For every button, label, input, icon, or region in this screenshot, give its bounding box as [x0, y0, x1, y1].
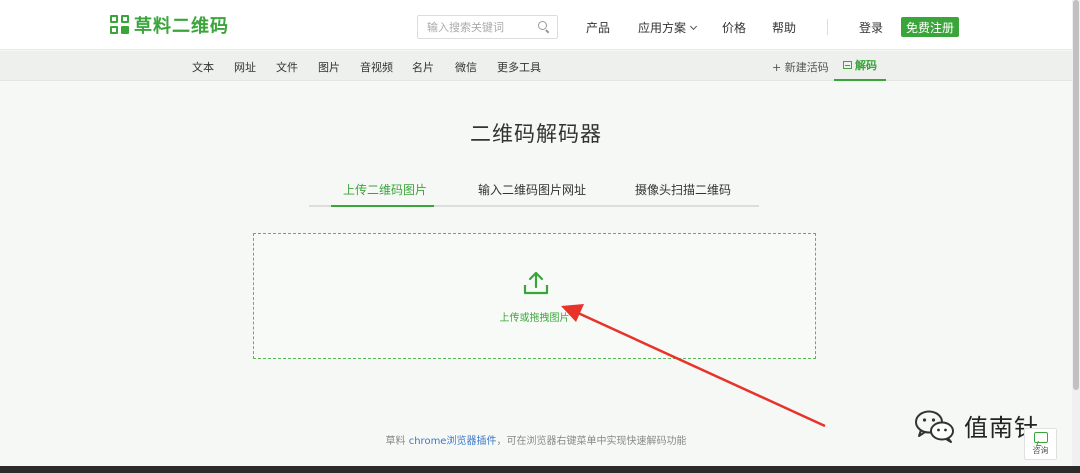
decode-tabs: 上传二维码图片 输入二维码图片网址 摄像头扫描二维码: [309, 180, 759, 207]
consult-label: 咨询: [1032, 446, 1049, 455]
top-header: 草料二维码 产品 应用方案 价格 帮助 登录 免费注册: [0, 0, 1072, 50]
decode-label: 解码: [855, 59, 877, 72]
subnav-wechat[interactable]: 微信: [455, 59, 477, 75]
footer-note: 草料 chrome浏览器插件，可在浏览器右键菜单中实现快速解码功能: [0, 432, 1072, 447]
nav-help[interactable]: 帮助: [772, 19, 796, 36]
new-live-code-link[interactable]: + 新建活码: [772, 59, 829, 75]
nav-products[interactable]: 产品: [586, 19, 610, 36]
active-tab-indicator: [331, 205, 434, 207]
subnav-av[interactable]: 音视频: [360, 59, 393, 75]
footer-prefix: 草料: [385, 436, 409, 447]
logo[interactable]: 草料二维码: [110, 13, 229, 37]
logo-text: 草料二维码: [134, 16, 229, 37]
tab-image-url[interactable]: 输入二维码图片网址: [478, 181, 586, 198]
chevron-down-icon: [689, 22, 698, 31]
nav-divider: [827, 19, 828, 35]
watermark: 值南针: [914, 408, 1039, 443]
subnav-image[interactable]: 图片: [318, 59, 340, 75]
tab-camera-scan[interactable]: 摄像头扫描二维码: [635, 181, 731, 198]
search-icon[interactable]: [538, 21, 550, 33]
subnav-url[interactable]: 网址: [234, 59, 256, 75]
upload-icon: [523, 271, 549, 295]
upload-dropzone[interactable]: 上传或拖拽图片: [253, 233, 816, 359]
login-link[interactable]: 登录: [859, 19, 883, 36]
scan-icon: [843, 61, 852, 69]
chat-icon: [1033, 432, 1048, 443]
nav-solutions[interactable]: 应用方案: [638, 19, 698, 36]
wechat-icon: [915, 410, 954, 443]
qr-logo-icon: [110, 15, 130, 35]
search-box: [417, 15, 558, 39]
sub-nav: 文本 网址 文件 图片 音视频 名片 微信 更多工具 + 新建活码 解码: [0, 51, 1072, 81]
scrollbar-thumb[interactable]: [1073, 0, 1079, 390]
subnav-card[interactable]: 名片: [412, 59, 434, 75]
tab-upload-image[interactable]: 上传二维码图片: [343, 181, 427, 198]
subnav-file[interactable]: 文件: [276, 59, 298, 75]
bottom-bar: [0, 466, 1080, 473]
subnav-more-tools[interactable]: 更多工具: [497, 59, 541, 75]
nav-pricing[interactable]: 价格: [722, 19, 746, 36]
decode-tab[interactable]: 解码: [834, 51, 886, 81]
upload-text: 上传或拖拽图片: [499, 313, 570, 324]
chrome-plugin-link[interactable]: chrome浏览器插件: [409, 436, 497, 447]
search-input[interactable]: [418, 20, 534, 34]
nav-solutions-label: 应用方案: [638, 21, 687, 35]
consult-button[interactable]: 咨询: [1024, 428, 1057, 460]
register-button[interactable]: 免费注册: [901, 17, 960, 37]
scrollbar[interactable]: [1072, 0, 1080, 466]
subnav-text[interactable]: 文本: [192, 59, 214, 75]
footer-suffix: ，可在浏览器右键菜单中实现快速解码功能: [496, 436, 687, 447]
page-title: 二维码解码器: [470, 122, 602, 146]
